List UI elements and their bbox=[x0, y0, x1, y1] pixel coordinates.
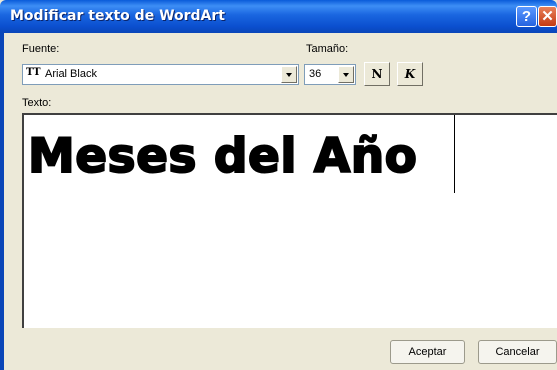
chevron-down-icon[interactable] bbox=[338, 66, 354, 83]
cancel-button[interactable]: Cancelar bbox=[478, 340, 557, 364]
font-select[interactable]: TT Arial Black bbox=[22, 64, 299, 85]
size-select[interactable]: 36 bbox=[304, 64, 356, 85]
chevron-down-icon[interactable] bbox=[281, 66, 297, 83]
font-value: Arial Black bbox=[45, 68, 97, 80]
size-value: 36 bbox=[309, 68, 322, 80]
title-bar: Modificar texto de WordArt ? ✕ bbox=[0, 0, 557, 33]
text-label: Texto: bbox=[22, 97, 52, 109]
close-button[interactable]: ✕ bbox=[538, 6, 557, 27]
window-frame-left bbox=[0, 33, 4, 370]
wordart-text: Meses del Año bbox=[27, 128, 418, 185]
bold-button[interactable]: N bbox=[364, 62, 390, 86]
text-cursor bbox=[454, 115, 455, 193]
window-title: Modificar texto de WordArt bbox=[10, 8, 225, 24]
font-label: Fuente: bbox=[22, 43, 60, 55]
truetype-icon: TT bbox=[26, 67, 41, 78]
text-area[interactable]: Meses del Año bbox=[22, 113, 557, 328]
help-button[interactable]: ? bbox=[516, 6, 537, 27]
ok-button[interactable]: Aceptar bbox=[390, 340, 465, 364]
size-label: Tamaño: bbox=[306, 43, 349, 55]
italic-button[interactable]: K bbox=[397, 62, 423, 86]
